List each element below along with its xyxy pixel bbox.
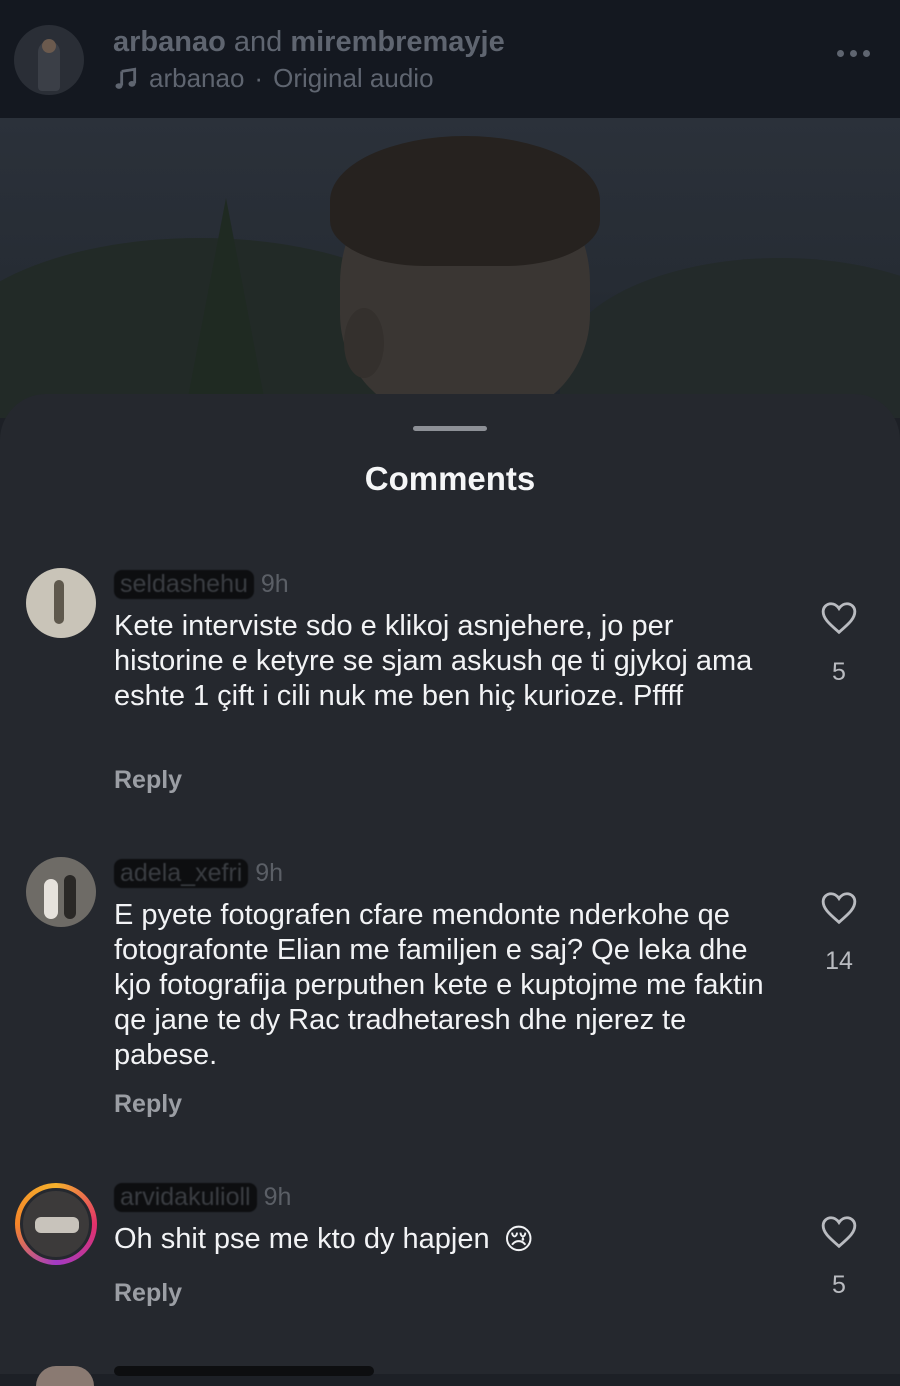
comment-username-redacted: arvidakulioll: [114, 1183, 257, 1212]
person-hair: [330, 136, 600, 266]
next-comment-username-redacted: [114, 1366, 374, 1376]
music-note-icon: [115, 67, 137, 89]
audio-owner: arbanao: [149, 63, 245, 93]
comment-username[interactable]: arvidakulioll 9h: [114, 1183, 291, 1212]
comment-text: Kete interviste sdo e klikoj asnjehere, …: [114, 610, 753, 712]
author-line: arbanao and mirembremayje: [113, 26, 505, 59]
comment-username-redacted: adela_xefri: [114, 859, 249, 888]
background-tree: [186, 198, 266, 408]
comment-username[interactable]: seldashehu 9h: [114, 570, 289, 599]
heart-icon[interactable]: [820, 1214, 858, 1250]
heart-icon[interactable]: [820, 600, 858, 636]
next-commenter-avatar[interactable]: [36, 1366, 94, 1386]
author-username-1[interactable]: arbanao: [113, 26, 226, 58]
comment-text: E pyete fotografen cfare mendonte nderko…: [114, 899, 764, 1071]
reel-header: arbanao and mirembremayje arbanao · Orig…: [0, 0, 900, 118]
comment-username-redacted: seldashehu: [114, 570, 254, 599]
author-username-2[interactable]: mirembremayje: [290, 26, 504, 58]
comment-text-body: Oh shit pse me kto dy hapjen: [114, 1223, 490, 1255]
commenter-avatar[interactable]: [26, 568, 96, 638]
commenter-avatar[interactable]: [26, 857, 96, 927]
audio-label: Original audio: [273, 63, 434, 93]
audio-line[interactable]: arbanao · Original audio: [113, 63, 434, 94]
author-avatar[interactable]: [14, 25, 84, 95]
reply-button[interactable]: Reply: [114, 766, 182, 795]
person-ear: [344, 308, 384, 378]
heart-icon[interactable]: [820, 890, 858, 926]
comment-username[interactable]: adela_xefri 9h: [114, 859, 283, 888]
sheet-drag-handle[interactable]: [413, 426, 487, 431]
comment-time: 9h: [260, 570, 289, 598]
comment-text: Oh shit pse me kto dy hapjen 😢: [114, 1222, 764, 1258]
commenter-avatar-story-ring[interactable]: [15, 1183, 97, 1265]
reply-button[interactable]: Reply: [114, 1279, 182, 1308]
video-frame[interactable]: [0, 118, 900, 418]
comment-time: 9h: [263, 1183, 292, 1211]
comment-time: 9h: [255, 859, 284, 887]
like-count: 14: [825, 947, 853, 975]
like-count: 5: [832, 1271, 846, 1299]
avatar-head: [42, 39, 56, 53]
crying-emoji-icon: 😢: [503, 1223, 534, 1256]
reply-button[interactable]: Reply: [114, 1090, 182, 1119]
audio-separator: ·: [254, 63, 264, 93]
more-horizontal-icon[interactable]: [837, 50, 870, 57]
sheet-title: Comments: [364, 460, 536, 497]
author-and: and: [233, 26, 283, 58]
like-count: 5: [832, 658, 846, 686]
